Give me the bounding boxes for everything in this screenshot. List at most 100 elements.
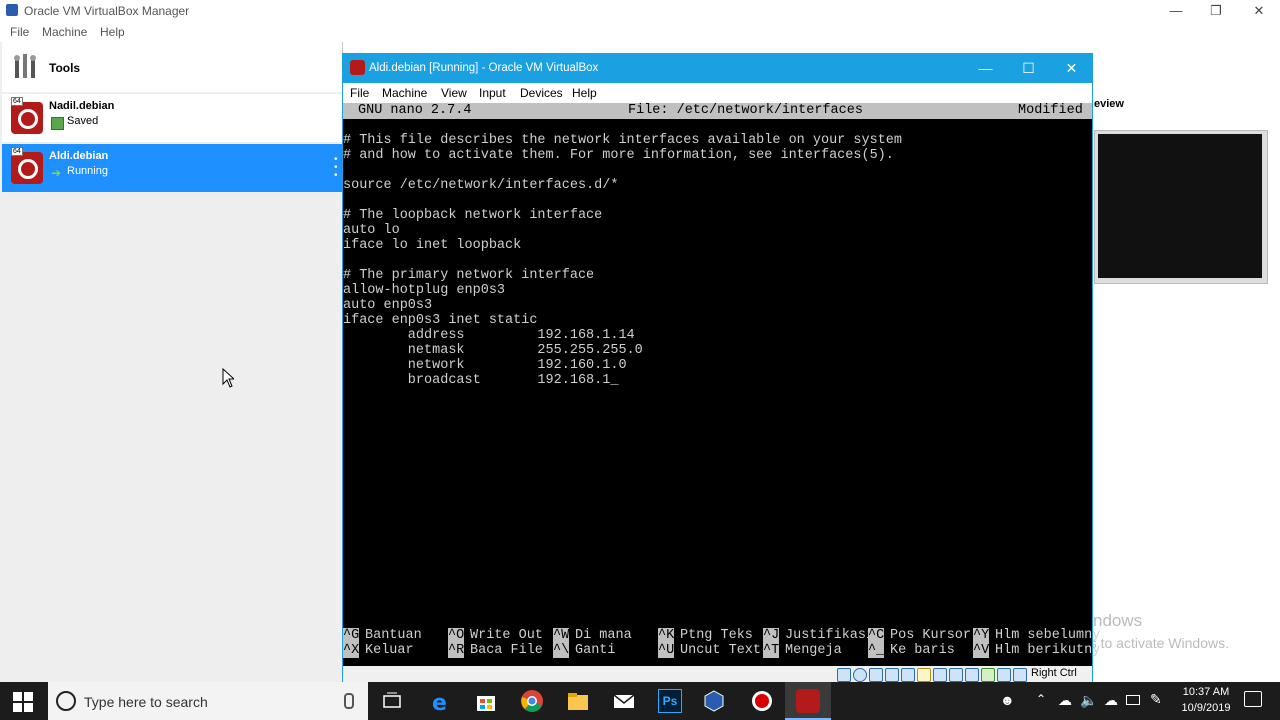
vm-menu-input[interactable]: Input <box>479 86 506 100</box>
shortcut-label: Uncut Text <box>680 643 762 658</box>
network-icon[interactable] <box>885 668 899 682</box>
notification-icon[interactable] <box>1244 691 1262 707</box>
menu-machine[interactable]: Machine <box>42 25 87 39</box>
virtualbox-logo-icon <box>6 4 18 16</box>
shortcut-key: ^\ <box>553 643 570 658</box>
debian-icon <box>11 152 43 184</box>
text-line: iface enp0s3 inet static <box>343 313 538 328</box>
edge-icon[interactable]: e <box>429 689 453 716</box>
menu-file[interactable]: File <box>10 25 29 39</box>
tools-item[interactable]: Tools <box>2 42 342 92</box>
chrome-icon[interactable] <box>520 689 544 713</box>
taskbar-search-box[interactable]: Type here to search <box>48 682 368 720</box>
clock-time[interactable]: 10:37 AM <box>1180 686 1232 698</box>
cpu-icon[interactable] <box>965 668 979 682</box>
pen-icon[interactable]: ✎ <box>1150 691 1162 708</box>
store-icon[interactable] <box>474 689 498 713</box>
text-line: iface lo inet loopback <box>343 238 522 253</box>
shortcut-label: Justifikasi <box>785 628 875 643</box>
battery-icon[interactable] <box>1126 695 1140 705</box>
vm-list-pane: Tools 64 Nadil.debian Saved 64 Aldi.debi… <box>0 42 343 682</box>
search-placeholder: Type here to search <box>84 694 208 710</box>
vm-close-button[interactable]: ✕ <box>1050 54 1093 83</box>
badge-64: 64 <box>11 147 23 156</box>
item-menu-handle[interactable]: • • • <box>334 155 338 181</box>
shortcut-key: ^X <box>343 643 360 658</box>
vm-item-nadil[interactable]: 64 Nadil.debian Saved <box>2 94 342 142</box>
text-line: # This file describes the network interf… <box>343 133 902 148</box>
manager-minimize-button[interactable]: — <box>1154 0 1198 22</box>
shortcut-key: ^C <box>868 628 885 643</box>
shortcut-label: Mengeja <box>785 643 842 658</box>
vm-preview <box>1094 130 1268 284</box>
shortcut-key: ^V <box>973 643 990 658</box>
photoshop-icon[interactable]: Ps <box>658 689 682 713</box>
manager-title: Oracle VM VirtualBox Manager <box>24 4 190 18</box>
vm-minimize-button[interactable]: — <box>964 54 1007 83</box>
vm-menu-view[interactable]: View <box>441 86 467 100</box>
vm-menu-machine[interactable]: Machine <box>382 86 427 100</box>
vm-titlebar: Aldi.debian [Running] - Oracle VM Virtua… <box>343 54 1092 83</box>
audio-icon[interactable] <box>869 668 883 682</box>
host-key-icon[interactable] <box>1013 668 1027 682</box>
mouse-integration-icon[interactable] <box>997 668 1011 682</box>
preview-label: eview <box>1094 98 1124 110</box>
task-view-icon[interactable] <box>380 689 404 713</box>
text-line: network 192.160.1.0 <box>343 358 627 373</box>
shortcut-key: ^J <box>763 628 780 643</box>
running-arrow-icon: ➔ <box>51 166 62 180</box>
network-tray-icon[interactable]: ☁ <box>1104 692 1118 709</box>
show-hidden-icons-chevron-icon[interactable]: ⌃ <box>1036 692 1046 706</box>
onedrive-icon[interactable]: ☁ <box>1058 692 1072 709</box>
shortcut-label: Baca File <box>470 643 543 658</box>
microphone-icon[interactable] <box>344 693 354 709</box>
vm-window-title: Aldi.debian [Running] - Oracle VM Virtua… <box>369 62 599 74</box>
shortcut-label: Ptng Teks <box>680 628 753 643</box>
text-line: auto enp0s3 <box>343 298 433 313</box>
virtualbox-icon[interactable] <box>702 689 726 713</box>
recorder-icon[interactable] <box>750 689 774 713</box>
vm-menu-help[interactable]: Help <box>572 86 597 100</box>
vm-name: Nadil.debian <box>49 100 115 112</box>
clock-date[interactable]: 10/9/2019 <box>1180 702 1232 714</box>
manager-restore-button[interactable]: ❐ <box>1194 0 1238 22</box>
shortcut-key: ^_ <box>868 643 885 658</box>
shortcut-label: Pos Kursor <box>890 628 972 643</box>
vm-menu-devices[interactable]: Devices <box>520 86 563 100</box>
debian-vm-icon[interactable] <box>796 689 820 713</box>
windows-logo-icon <box>13 692 33 712</box>
shortcut-label: Ke baris <box>890 643 955 658</box>
mail-icon[interactable] <box>612 689 636 713</box>
shared-folder-icon[interactable] <box>917 668 931 682</box>
text-line: broadcast 192.168.1_ <box>343 373 619 388</box>
text-line: netmask 255.255.255.0 <box>343 343 643 358</box>
vm-console[interactable]: GNU nano 2.7.4 File: /etc/network/interf… <box>343 103 1100 666</box>
vm-menu-file[interactable]: File <box>350 86 369 100</box>
vm-maximize-button[interactable]: ☐ <box>1007 54 1050 83</box>
shortcut-label: Bantuan <box>365 628 422 643</box>
manager-close-button[interactable]: ✕ <box>1237 0 1280 22</box>
shortcut-key: ^K <box>658 628 675 643</box>
vm-menubar: File Machine View Input Devices Help <box>343 83 1092 103</box>
usb-icon[interactable] <box>901 668 915 682</box>
file-explorer-icon[interactable] <box>566 689 590 713</box>
debian-icon <box>11 102 43 134</box>
vm-status: Running <box>67 165 108 177</box>
volume-icon[interactable]: 🔈 <box>1080 692 1097 709</box>
saved-icon <box>51 117 64 130</box>
shortcut-key: ^U <box>658 643 675 658</box>
display-icon[interactable] <box>933 668 947 682</box>
people-icon[interactable]: ☻ <box>1000 692 1015 708</box>
start-button[interactable] <box>12 691 34 713</box>
shortcut-label: Ganti <box>575 643 616 658</box>
hard-disk-icon[interactable] <box>837 668 851 682</box>
shortcut-key: ^Y <box>973 628 990 643</box>
vm-statusbar: Right Ctrl <box>343 666 1092 683</box>
recording-icon[interactable] <box>949 668 963 682</box>
vm-item-aldi[interactable]: 64 Aldi.debian ➔ Running • • • <box>2 144 342 192</box>
optical-drive-icon[interactable] <box>853 668 867 682</box>
shortcut-label: Keluar <box>365 643 414 658</box>
menu-help[interactable]: Help <box>100 25 125 39</box>
virtualization-icon[interactable] <box>981 668 995 682</box>
text-line: # The primary network interface <box>343 268 595 283</box>
